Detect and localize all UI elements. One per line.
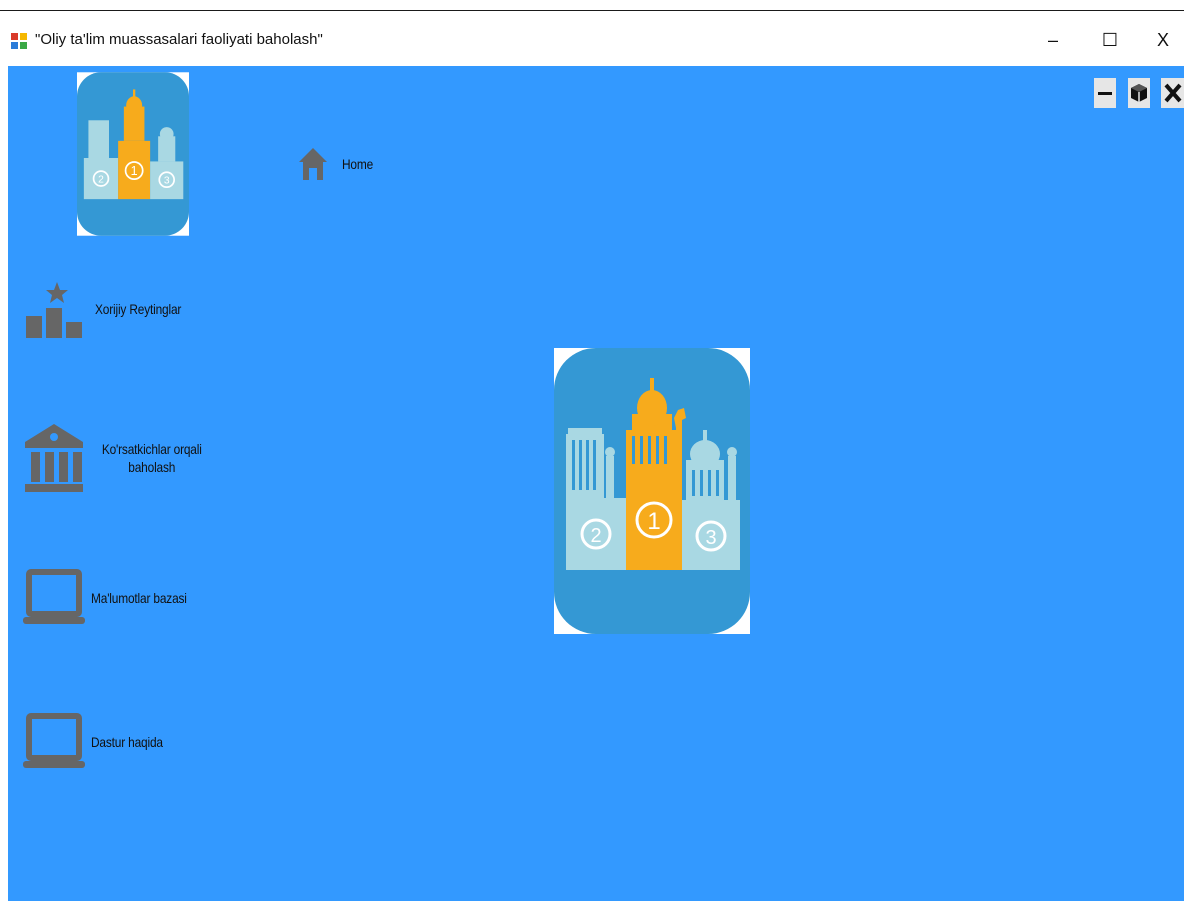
app-minimize-button[interactable] xyxy=(1094,78,1116,108)
laptop-icon xyxy=(23,569,85,624)
sidebar-item-xorijiy-reytinglar[interactable]: Xorijiy Reytinglar xyxy=(23,278,196,340)
minus-icon xyxy=(1098,92,1112,95)
window-close-button[interactable]: X xyxy=(1140,25,1184,55)
place-1-label: 1 xyxy=(647,508,660,535)
sidebar-item-label: Ma'lumotlar bazasi xyxy=(91,590,187,606)
close-icon xyxy=(1163,83,1182,103)
app-close-button[interactable] xyxy=(1161,78,1184,108)
window-titlebar[interactable]: "Oliy ta'lim muassasalari faoliyati baho… xyxy=(0,11,1184,66)
sidebar-item-label: Dastur haqida xyxy=(91,734,163,750)
laptop-icon xyxy=(23,713,85,768)
sidebar-item-malumotlar-bazasi[interactable]: Ma'lumotlar bazasi xyxy=(23,568,204,628)
main-panel: 2 1 3 Home Xorijiy Reytinglar Ko'rsatkic… xyxy=(8,66,1184,901)
podium-star-icon xyxy=(26,282,82,338)
sidebar-item-label: Ko'rsatkichlar orqali baholash xyxy=(101,441,202,475)
app-logo-large: 2 1 3 xyxy=(554,348,750,634)
sidebar-item-korsatkichlar[interactable]: Ko'rsatkichlar orqali baholash xyxy=(23,422,211,494)
app-maximize-button[interactable] xyxy=(1128,78,1150,108)
institution-icon xyxy=(25,424,83,492)
window-minimize-button[interactable]: – xyxy=(1030,25,1076,55)
app-logo-small: 2 1 3 xyxy=(77,72,189,236)
window-title: "Oliy ta'lim muassasalari faoliyati baho… xyxy=(35,31,323,48)
home-icon xyxy=(299,148,327,180)
window-maximize-button[interactable]: ☐ xyxy=(1087,25,1133,55)
home-label: Home xyxy=(342,156,374,172)
sidebar-item-label: Xorijiy Reytinglar xyxy=(95,301,182,317)
svg-text:2: 2 xyxy=(98,175,104,186)
svg-text:3: 3 xyxy=(164,176,170,187)
box-icon xyxy=(1131,84,1147,102)
app-window-icon xyxy=(11,33,27,49)
place-3-label: 3 xyxy=(705,527,716,549)
sidebar-item-dastur-haqida[interactable]: Dastur haqida xyxy=(23,712,176,772)
svg-text:1: 1 xyxy=(131,164,138,178)
place-2-label: 2 xyxy=(590,525,601,547)
home-button[interactable]: Home xyxy=(298,146,379,182)
